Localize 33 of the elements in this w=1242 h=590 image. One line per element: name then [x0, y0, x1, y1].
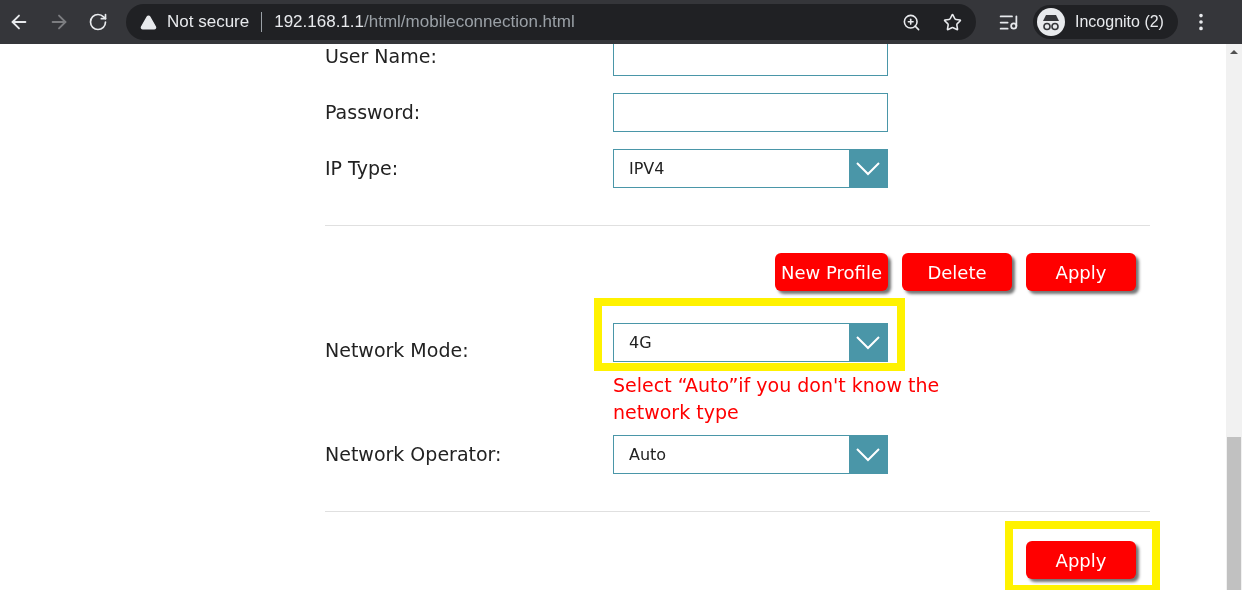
hint-text: Select “Auto”if you don't know the network type — [613, 373, 941, 425]
star-icon[interactable] — [943, 12, 962, 32]
security-label: Not secure — [167, 11, 250, 34]
select-value: Auto — [628, 443, 668, 466]
dropdown[interactable]: IPV4 — [613, 149, 888, 188]
reload-icon[interactable] — [88, 12, 108, 32]
scrollbar-thumb[interactable] — [1227, 437, 1241, 590]
profile-action-button[interactable]: Apply — [1026, 253, 1136, 291]
select-value: IPV4 — [628, 157, 666, 180]
apply-button[interactable]: Apply — [1026, 541, 1136, 579]
field-label: Password: — [325, 100, 422, 126]
select-value: 4G — [628, 331, 653, 354]
zoom-icon[interactable] — [902, 12, 921, 32]
field-label: IP Type: — [325, 156, 400, 182]
field-label: User Name: — [325, 44, 438, 70]
profile-action-button[interactable]: New Profile — [775, 253, 888, 291]
dropdown[interactable]: Auto — [613, 435, 888, 474]
field-label: Network Mode: — [325, 337, 470, 363]
warning-icon — [140, 13, 157, 31]
chevron-down-icon[interactable] — [849, 436, 887, 473]
incognito-icon — [1037, 8, 1065, 36]
chevron-down-icon[interactable] — [849, 150, 887, 187]
password-field[interactable] — [613, 93, 888, 132]
text-field[interactable] — [613, 44, 888, 76]
profile-chip[interactable]: Incognito (2) — [1033, 5, 1178, 39]
dropdown[interactable]: 4G — [613, 323, 888, 362]
profile-action-button[interactable]: Delete — [902, 253, 1012, 291]
address-bar[interactable]: Not secure 192.168.1.1/html/mobileconnection.html — [126, 4, 976, 40]
chevron-down-icon[interactable] — [849, 324, 887, 361]
url-text: 192.168.1.1/html/mobileconnection.html — [274, 11, 575, 34]
field-label: Network Operator: — [325, 442, 503, 468]
profile-label: Incognito (2) — [1075, 12, 1164, 32]
scrollbar[interactable] — [1226, 44, 1242, 590]
